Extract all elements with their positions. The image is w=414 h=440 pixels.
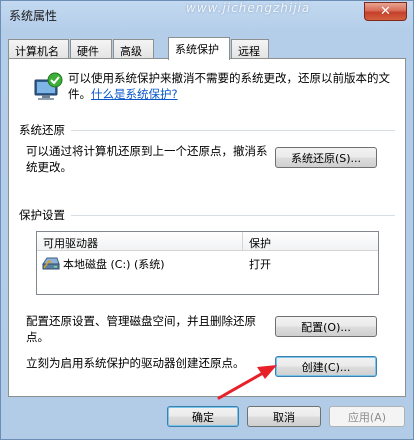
system-properties-window: 系统属性 ✕ www.jichengzhijia 计算机名 硬件 高级 系统保护… xyxy=(0,0,414,440)
title-bar[interactable]: 系统属性 ✕ xyxy=(1,1,413,29)
restore-group-line xyxy=(19,130,395,131)
restore-group-title: 系统还原 xyxy=(19,122,71,138)
tab-system-protection[interactable]: 系统保护 xyxy=(168,37,230,60)
system-restore-button[interactable]: 系统还原(S)... xyxy=(275,147,377,168)
restore-description: 可以通过将计算机还原到上一个还原点，撤消系统更改。 xyxy=(26,144,268,174)
drive-protection-status: 打开 xyxy=(249,258,271,271)
tab-remote[interactable]: 远程 xyxy=(231,39,269,59)
system-protection-panel: 可以使用系统保护来撤消不需要的系统更改，还原以前版本的文件。什么是系统保护? 系… xyxy=(8,58,406,397)
column-separator xyxy=(242,232,243,251)
shield-computer-icon xyxy=(34,72,63,100)
intro-text: 可以使用系统保护来撤消不需要的系统更改，还原以前版本的文件。什么是系统保护? xyxy=(68,70,398,102)
column-protection[interactable]: 保护 xyxy=(249,235,271,251)
drive-row[interactable]: 本地磁盘 (C:) (系统) 打开 xyxy=(37,254,378,272)
close-icon: ✕ xyxy=(380,4,391,19)
what-is-system-protection-link[interactable]: 什么是系统保护? xyxy=(91,87,178,101)
column-available-drives[interactable]: 可用驱动器 xyxy=(43,235,98,251)
cancel-button[interactable]: 取消 xyxy=(247,406,321,427)
configure-button[interactable]: 配置(O)... xyxy=(275,316,377,337)
configure-description: 配置还原设置、管理磁盘空间，并且删除还原点。 xyxy=(26,314,256,344)
protection-group-title: 保护设置 xyxy=(19,207,71,223)
tab-hardware[interactable]: 硬件 xyxy=(70,39,112,59)
create-description: 立刻为启用系统保护的驱动器创建还原点。 xyxy=(26,356,245,370)
drive-name: 本地磁盘 (C:) (系统) xyxy=(63,258,165,271)
create-button[interactable]: 创建(C)... xyxy=(275,356,377,377)
apply-button[interactable]: 应用(A) xyxy=(329,406,405,427)
ok-button[interactable]: 确定 xyxy=(167,406,239,427)
drive-list[interactable]: 可用驱动器 保护 本地磁盘 (C:) (系统) 打开 xyxy=(36,231,379,295)
tab-advanced[interactable]: 高级 xyxy=(113,39,154,59)
drive-list-header: 可用驱动器 保护 xyxy=(37,232,378,251)
protection-group-line xyxy=(19,215,395,216)
close-button[interactable]: ✕ xyxy=(364,2,407,21)
hard-drive-icon xyxy=(42,257,60,270)
window-title: 系统属性 xyxy=(9,9,58,23)
tab-computer-name[interactable]: 计算机名 xyxy=(8,39,69,59)
